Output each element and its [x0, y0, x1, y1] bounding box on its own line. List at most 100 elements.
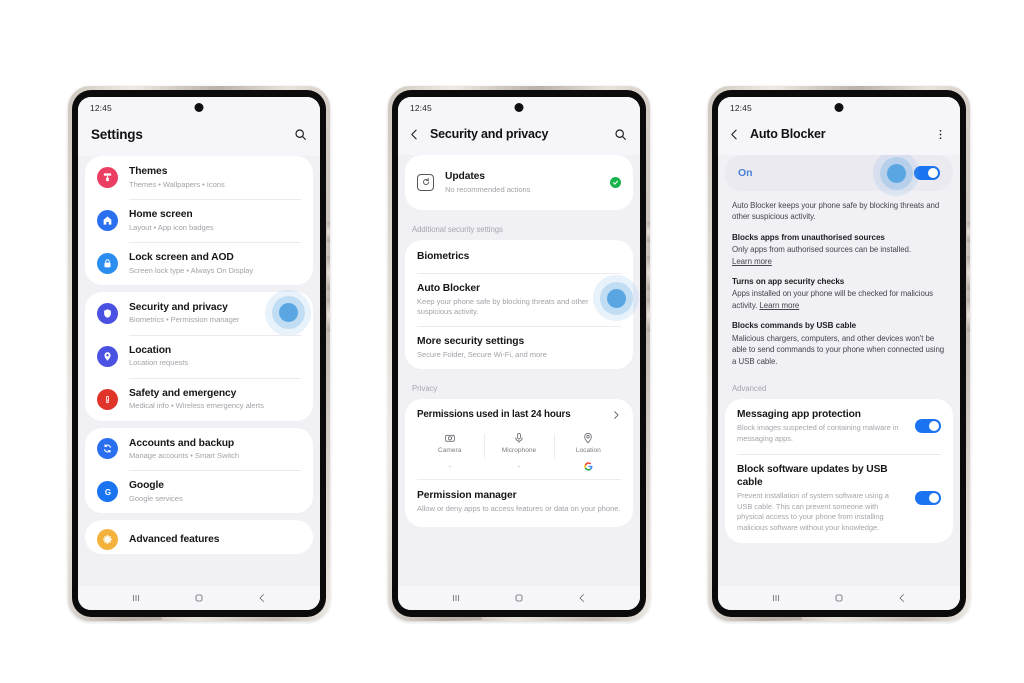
back-icon[interactable]: [256, 592, 268, 604]
block-software-updates-switch[interactable]: [915, 491, 941, 506]
recents-icon[interactable]: [450, 592, 462, 604]
back-arrow-icon[interactable]: [728, 128, 741, 141]
settings-list[interactable]: Themes Themes • Wallpapers • Icons Home …: [78, 156, 320, 586]
permission-column-location[interactable]: Location: [553, 430, 623, 475]
list-item-subtitle: Allow or deny apps to access features or…: [417, 503, 621, 513]
list-item-biometrics[interactable]: Biometrics: [405, 240, 633, 273]
alert-icon: [97, 388, 118, 410]
list-item-subtitle: Medical info • Wireless emergency alerts: [129, 401, 264, 411]
list-item-subtitle: Manage accounts • Smart Switch: [129, 451, 240, 461]
back-arrow-icon[interactable]: [408, 128, 421, 141]
list-item[interactable]: Advanced features: [85, 520, 313, 554]
list-item-updates[interactable]: Updates No recommended actions: [405, 161, 633, 204]
recents-icon[interactable]: [130, 592, 142, 604]
app-bar-security-privacy: Security and privacy: [398, 119, 640, 155]
status-bar: 12:45: [398, 97, 640, 119]
side-button-volume-down[interactable]: [967, 298, 970, 332]
list-item-subtitle: Location requests: [129, 358, 189, 368]
update-icon: [417, 173, 434, 191]
list-item[interactable]: Location Location requests: [85, 334, 313, 378]
list-item-messaging-app-protection[interactable]: Messaging app protection Block images su…: [725, 399, 953, 454]
permission-label: Microphone: [501, 447, 537, 455]
list-item-title: Themes: [129, 166, 168, 177]
permissions-used-title: Permissions used in last 24 hours: [417, 409, 571, 421]
list-item-title: More security settings: [417, 336, 525, 348]
list-item-title: Security and privacy: [129, 301, 228, 313]
learn-more-link[interactable]: Learn more: [732, 257, 772, 266]
feature-item: Blocks commands by USB cable Malicious c…: [732, 320, 946, 367]
phone-bezel: 12:45 Auto Blocker On Auto Blocker keeps…: [712, 90, 970, 620]
app-bar-settings: Settings: [78, 119, 320, 156]
side-button-volume-up[interactable]: [647, 256, 650, 290]
home-button-icon[interactable]: [513, 592, 525, 604]
search-icon[interactable]: [614, 128, 627, 141]
list-item-title: Accounts and backup: [129, 437, 235, 449]
front-camera-punch-hole: [194, 103, 204, 112]
list-item-subtitle: Google services: [129, 494, 183, 504]
list-item[interactable]: Themes Themes • Wallpapers • Icons: [85, 156, 313, 199]
auto-blocker-content[interactable]: On Auto Blocker keeps your phone safe by…: [718, 155, 960, 586]
back-icon[interactable]: [576, 592, 588, 604]
list-item[interactable]: G Google Google services: [85, 470, 313, 513]
list-item[interactable]: Safety and emergency Medical info • Wire…: [85, 377, 313, 421]
side-button-top[interactable]: [967, 222, 970, 242]
side-button-top[interactable]: [647, 222, 650, 242]
list-item[interactable]: Accounts and backup Manage accounts • Sm…: [85, 428, 313, 471]
side-button-top[interactable]: [327, 222, 330, 242]
permission-column-microphone[interactable]: Microphone -: [484, 430, 553, 475]
bottom-speaker-nub: [120, 617, 162, 620]
more-vertical-icon[interactable]: [934, 128, 947, 141]
security-privacy-list[interactable]: Updates No recommended actions Additiona…: [398, 155, 640, 586]
list-item-block-software-updates-usb[interactable]: Block software updates by USB cable Prev…: [725, 453, 953, 543]
settings-group-accounts: Accounts and backup Manage accounts • Sm…: [85, 427, 313, 514]
section-header-privacy: Privacy: [412, 384, 438, 394]
page-title: Settings: [91, 127, 143, 142]
side-button-volume-down[interactable]: [327, 298, 330, 332]
list-item-auto-blocker[interactable]: Auto Blocker Keep your phone safe by blo…: [405, 273, 639, 326]
list-item-subtitle: Screen lock type • Always On Display: [129, 265, 254, 275]
advanced-card: Messaging app protection Block images su…: [725, 399, 953, 543]
list-item[interactable]: Home screen Layout • App icon badges: [85, 198, 313, 242]
side-button-volume-up[interactable]: [967, 256, 970, 290]
list-item-more-security-settings[interactable]: More security settings Secure Folder, Se…: [405, 326, 633, 369]
switch-knob: [929, 421, 939, 432]
settings-group-personalisation: Themes Themes • Wallpapers • Icons Home …: [85, 156, 313, 285]
permissions-used-header[interactable]: Permissions used in last 24 hours: [405, 399, 633, 426]
screen-auto-blocker: 12:45 Auto Blocker On Auto Blocker keeps…: [718, 97, 960, 610]
feature-item: Turns on app security checks Apps instal…: [732, 276, 946, 311]
list-item[interactable]: Lock screen and AOD Screen lock type • A…: [85, 241, 313, 285]
screenshot-stage: 12:45 Settings Themes Themes • Wallpaper…: [0, 0, 1024, 683]
home-button-icon[interactable]: [833, 592, 845, 604]
bottom-speaker-nub: [440, 617, 482, 620]
status-bar: 12:45: [718, 97, 960, 119]
location-pin-icon: [582, 432, 594, 444]
recents-icon[interactable]: [770, 592, 782, 604]
auto-blocker-master-toggle-row[interactable]: On: [725, 155, 953, 196]
permission-column-camera[interactable]: Camera -: [415, 430, 484, 475]
list-item-title: Updates: [445, 171, 485, 182]
messaging-app-protection-switch[interactable]: [915, 419, 941, 434]
pin-icon: [97, 345, 118, 367]
side-button-volume-down[interactable]: [647, 298, 650, 332]
green-check-icon: [610, 176, 621, 188]
privacy-card: Permissions used in last 24 hours Camera: [405, 399, 633, 528]
list-item-permission-manager[interactable]: Permission manager Allow or deny apps to…: [405, 480, 633, 523]
list-item-subtitle: Block images suspected of containing mal…: [737, 423, 899, 443]
side-button-volume-up[interactable]: [327, 256, 330, 290]
auto-blocker-switch[interactable]: [914, 166, 940, 180]
list-item-title: Location: [129, 344, 172, 356]
status-clock: 12:45: [730, 103, 752, 113]
gear-icon: [97, 529, 118, 551]
chevron-right-icon[interactable]: [611, 410, 621, 420]
home-button-icon[interactable]: [193, 592, 205, 604]
google-icon: G: [97, 481, 118, 503]
lock-icon: [97, 252, 118, 274]
list-item-subtitle: Layout • App icon badges: [129, 222, 214, 232]
search-icon[interactable]: [294, 128, 307, 141]
list-item-title: Auto Blocker: [417, 283, 480, 295]
learn-more-link[interactable]: Learn more: [759, 301, 799, 310]
sidebar-item-security-and-privacy[interactable]: Security and privacy Biometrics • Permis…: [85, 289, 313, 336]
phone-device-auto-blocker: 12:45 Auto Blocker On Auto Blocker keeps…: [708, 86, 970, 621]
back-icon[interactable]: [896, 592, 908, 604]
list-item-subtitle: Secure Folder, Secure Wi-Fi, and more: [417, 349, 547, 359]
